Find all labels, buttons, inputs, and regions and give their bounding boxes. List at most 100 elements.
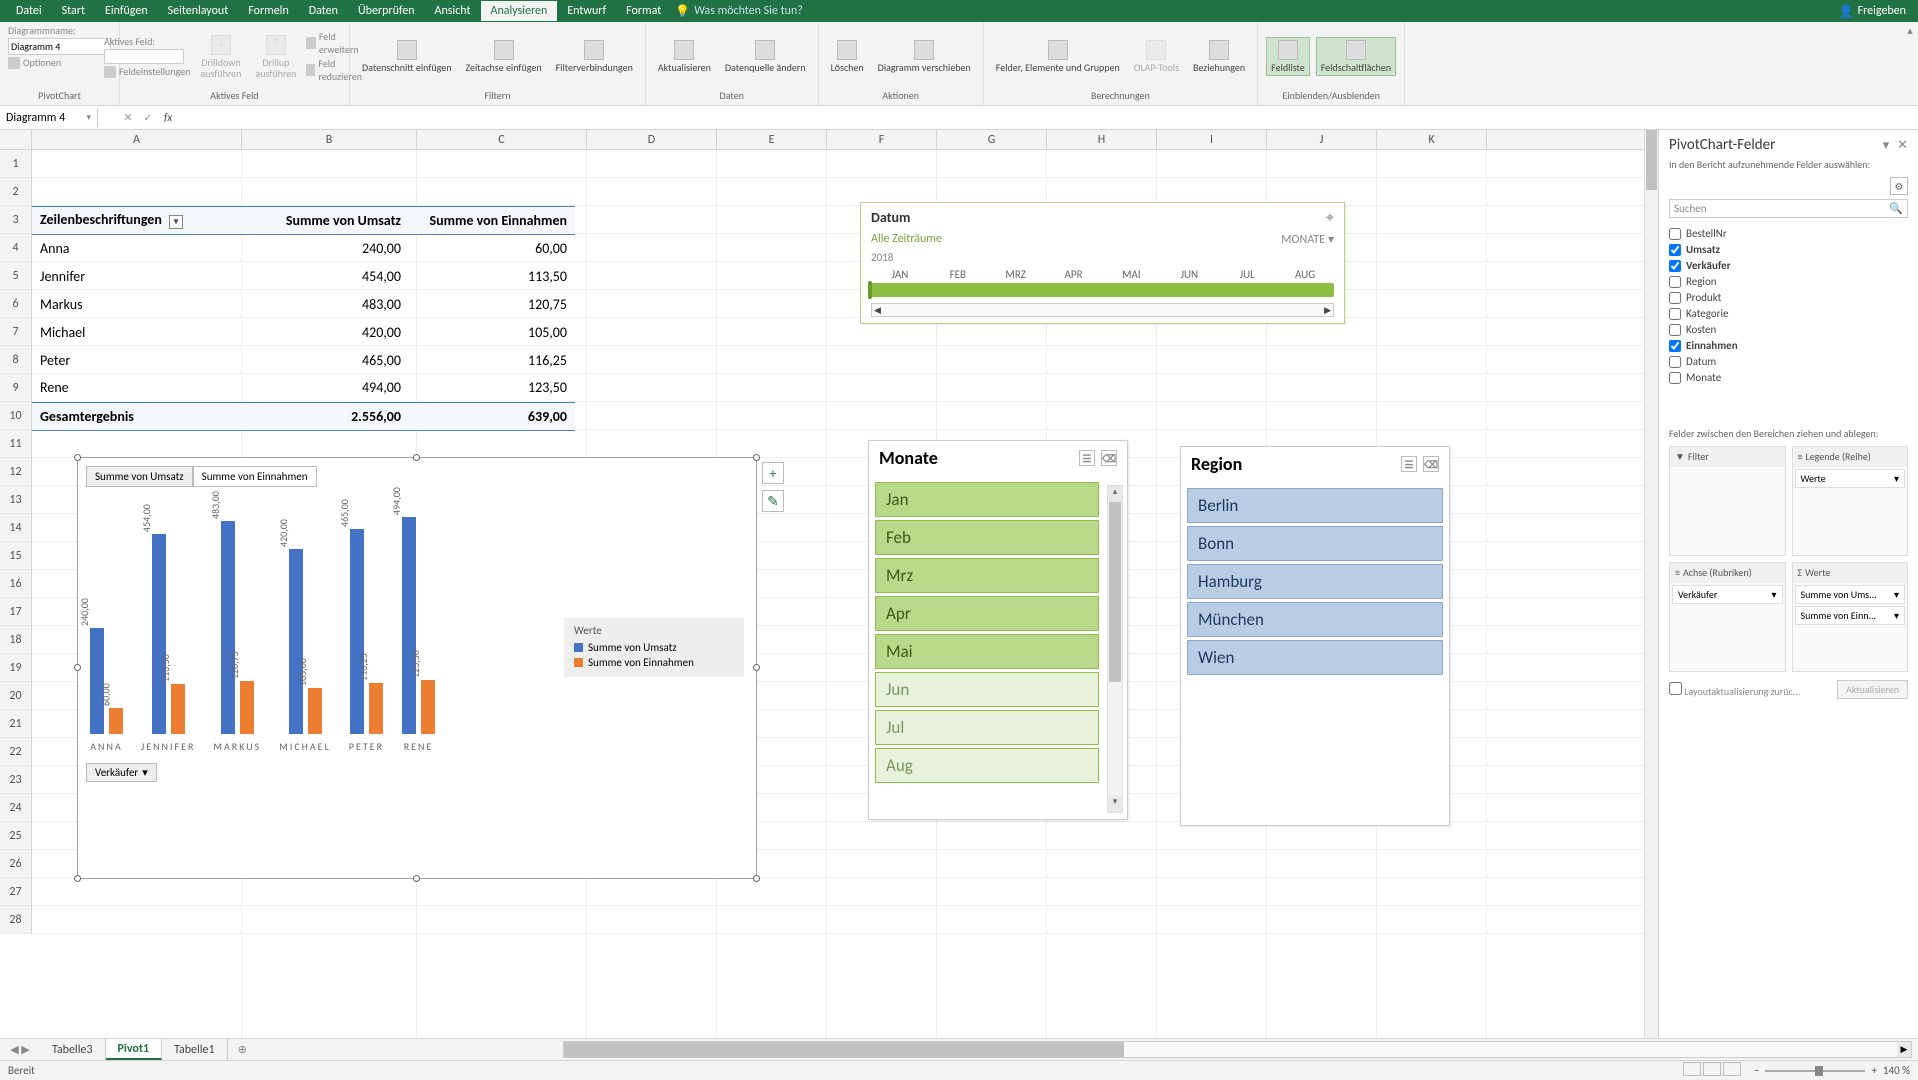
timeline-scrollbar[interactable]: ◀▶: [871, 303, 1334, 317]
ribbon-tab-daten[interactable]: Daten: [299, 1, 348, 21]
slicer-item[interactable]: München: [1187, 602, 1443, 637]
vertical-scrollbar[interactable]: [1644, 130, 1658, 1038]
clear-filter-icon[interactable]: ⌫: [1423, 456, 1439, 472]
chart-tab-umsatz[interactable]: Summe von Umsatz: [86, 466, 193, 487]
ribbon-tab-start[interactable]: Start: [52, 1, 95, 21]
fields-pane-close-icon[interactable]: ✕: [1897, 138, 1908, 153]
sheet-tab[interactable]: Tabelle1: [162, 1039, 228, 1060]
feldschaltflaechen-button[interactable]: Feldschaltflächen: [1316, 37, 1396, 76]
sheet-tab[interactable]: Pivot1: [106, 1039, 163, 1060]
zone-achse[interactable]: ≡ Achse (Rubriken)Verkäufer ▾: [1669, 562, 1786, 672]
slicer-item[interactable]: Berlin: [1187, 488, 1443, 523]
zoom-control[interactable]: − + 140 %: [1754, 1064, 1910, 1077]
timeline-month[interactable]: MAI: [1103, 268, 1161, 281]
chart-brush-button[interactable]: ✎: [762, 490, 784, 512]
slicer-item[interactable]: Feb: [875, 520, 1099, 555]
datenschnitt-button[interactable]: Datenschnitt einfügen: [358, 38, 456, 75]
slicer-item[interactable]: Mrz: [875, 558, 1099, 593]
chart-tab-einnahmen[interactable]: Summe von Einnahmen: [193, 466, 317, 487]
field-checkbox[interactable]: Verkäufer: [1669, 259, 1908, 272]
optionen-button[interactable]: Optionen: [8, 56, 61, 69]
ribbon-tab-einfügen[interactable]: Einfügen: [95, 1, 158, 21]
zeitachse-button[interactable]: Zeitachse einfügen: [462, 38, 546, 75]
row-labels-dropdown[interactable]: ▾: [169, 215, 183, 229]
zone-item[interactable]: Werte ▾: [1795, 469, 1906, 488]
update-button[interactable]: Aktualisieren: [1837, 680, 1908, 699]
pivot-table[interactable]: Zeilenbeschriftungen ▾Summe von UmsatzSu…: [32, 150, 575, 431]
timeline-bar[interactable]: [871, 283, 1334, 297]
slicer-monate[interactable]: Monate ☰⌫ JanFebMrzAprMaiJunJulAug ▴▾: [868, 440, 1128, 820]
timeline-datum[interactable]: Datum⌖ Alle ZeiträumeMONATE ▾ 2018 JANFE…: [860, 202, 1345, 324]
defer-layout-checkbox[interactable]: Layoutaktualisierung zurüc...: [1669, 682, 1800, 698]
field-checkbox[interactable]: Kosten: [1669, 323, 1908, 336]
view-buttons[interactable]: [1682, 1062, 1742, 1079]
name-box[interactable]: Diagramm 4▾: [0, 109, 98, 127]
horizontal-scrollbar[interactable]: ◀▶: [563, 1041, 1912, 1058]
chart-plus-button[interactable]: +: [762, 462, 784, 484]
aktualisieren-button[interactable]: Aktualisieren: [654, 38, 715, 75]
cancel-icon[interactable]: ✕: [118, 111, 138, 124]
field-checkbox[interactable]: Region: [1669, 275, 1908, 288]
ribbon-tab-überprüfen[interactable]: Überprüfen: [348, 1, 425, 21]
feldeinstellungen-button[interactable]: Feldeinstellungen: [104, 65, 190, 78]
ribbon-tab-format[interactable]: Format: [616, 1, 671, 21]
ribbon-tab-seitenlayout[interactable]: Seitenlayout: [158, 1, 239, 21]
slicer-item[interactable]: Aug: [875, 748, 1099, 783]
timeline-month[interactable]: APR: [1045, 268, 1103, 281]
ribbon-tab-ansicht[interactable]: Ansicht: [425, 1, 481, 21]
slicer-region[interactable]: Region ☰⌫ BerlinBonnHamburgMünchenWien: [1180, 446, 1450, 826]
multiselect-icon[interactable]: ☰: [1079, 450, 1095, 466]
slicer-item[interactable]: Jan: [875, 482, 1099, 517]
timeline-clear-icon[interactable]: ⌖: [1326, 209, 1334, 226]
multiselect-icon[interactable]: ☰: [1401, 456, 1417, 472]
slicer-item[interactable]: Jun: [875, 672, 1099, 707]
enter-icon[interactable]: ✓: [138, 111, 158, 124]
fields-pane-tools-icon[interactable]: ⚙: [1890, 177, 1908, 195]
clear-filter-icon[interactable]: ⌫: [1101, 450, 1117, 466]
pivot-chart[interactable]: + ✎ Summe von Umsatz Summe von Einnahmen…: [77, 457, 757, 879]
slicer-item[interactable]: Jul: [875, 710, 1099, 745]
fields-search[interactable]: Suchen🔍: [1669, 199, 1908, 218]
field-checkbox[interactable]: Umsatz: [1669, 243, 1908, 256]
diagrammname-input[interactable]: [8, 38, 111, 55]
fx-icon[interactable]: fx: [158, 111, 178, 124]
timeline-month[interactable]: FEB: [929, 268, 987, 281]
feldliste-button[interactable]: Feldliste: [1266, 37, 1310, 76]
tell-me-search[interactable]: 💡 Was möchten Sie tun?: [675, 4, 803, 19]
fields-pane-dropdown-icon[interactable]: ▾: [1883, 138, 1890, 153]
field-checkbox[interactable]: Kategorie: [1669, 307, 1908, 320]
zone-werte[interactable]: Σ WerteSumme von Ums... ▾Summe von Einn.…: [1792, 562, 1909, 672]
field-checkbox[interactable]: BestellNr: [1669, 227, 1908, 240]
slicer-item[interactable]: Hamburg: [1187, 564, 1443, 599]
collapse-ribbon-icon[interactable]: ▴: [1902, 22, 1918, 105]
chart-value-buttons[interactable]: Summe von Umsatz Summe von Einnahmen: [86, 466, 748, 487]
timeline-level-dropdown[interactable]: MONATE ▾: [1281, 232, 1334, 247]
slicer-item[interactable]: Apr: [875, 596, 1099, 631]
ribbon-tab-analysieren[interactable]: Analysieren: [481, 1, 558, 21]
beziehungen-button[interactable]: Beziehungen: [1189, 38, 1249, 75]
verschieben-button[interactable]: Diagramm verschieben: [874, 38, 975, 75]
timeline-month[interactable]: MRZ: [987, 268, 1045, 281]
add-sheet-button[interactable]: ⊕: [228, 1039, 257, 1060]
sheet-nav[interactable]: ◀ ▶: [0, 1039, 40, 1060]
field-checkbox[interactable]: Datum: [1669, 355, 1908, 368]
ribbon-tab-formeln[interactable]: Formeln: [238, 1, 298, 21]
slicer-item[interactable]: Bonn: [1187, 526, 1443, 561]
slicer-item[interactable]: Mai: [875, 634, 1099, 669]
loeschen-button[interactable]: Löschen: [827, 38, 868, 75]
zone-item[interactable]: Verkäufer ▾: [1672, 585, 1783, 604]
field-checkbox[interactable]: Produkt: [1669, 291, 1908, 304]
ribbon-tab-datei[interactable]: Datei: [6, 1, 52, 21]
field-checkbox[interactable]: Monate: [1669, 371, 1908, 384]
row-headers[interactable]: 1234567891011121314151617181920212223242…: [0, 150, 32, 934]
column-headers[interactable]: ABCDEFGHIJK: [32, 130, 1644, 150]
sheet-tab[interactable]: Tabelle3: [40, 1039, 106, 1060]
slicer-item[interactable]: Wien: [1187, 640, 1443, 675]
zone-item[interactable]: Summe von Einn... ▾: [1795, 606, 1906, 625]
chart-axis-filter[interactable]: Verkäufer ▾: [86, 763, 157, 782]
felder-elemente-button[interactable]: Felder, Elemente und Gruppen: [992, 38, 1124, 75]
aktives-feld-input[interactable]: [104, 49, 184, 64]
ribbon-tab-entwurf[interactable]: Entwurf: [557, 1, 616, 21]
pivotchart-fields-pane[interactable]: PivotChart-Felder ▾✕ In den Bericht aufz…: [1658, 130, 1918, 1038]
filterverbindungen-button[interactable]: Filterverbindungen: [552, 38, 637, 75]
